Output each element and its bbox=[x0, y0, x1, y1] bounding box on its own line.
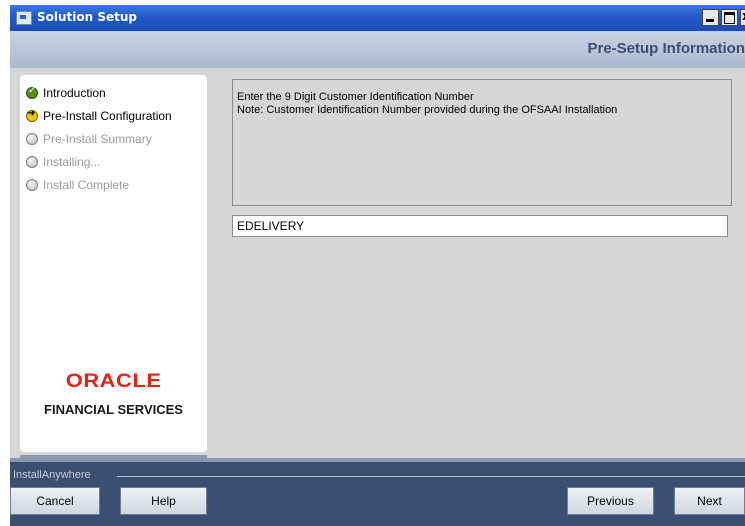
installer-window: Solution Setup Pre-Setup Information Int… bbox=[10, 5, 745, 526]
step-label: Pre-Install Summary bbox=[43, 131, 152, 146]
title-bar: Solution Setup bbox=[10, 5, 745, 31]
step-pre-install-configuration: Pre-Install Configuration bbox=[26, 104, 172, 127]
empty-circle-icon bbox=[26, 178, 38, 191]
app-window-icon bbox=[16, 11, 32, 25]
note-text: Note: Customer Identification Number pro… bbox=[237, 104, 618, 116]
header-band: Pre-Setup Information bbox=[10, 31, 745, 68]
empty-circle-icon bbox=[26, 132, 38, 145]
page-title: Pre-Setup Information bbox=[587, 40, 745, 57]
steps-panel: Introduction Pre-Install Configuration P… bbox=[20, 75, 207, 452]
installanywhere-label: InstallAnywhere bbox=[13, 469, 91, 481]
step-label: Installing... bbox=[43, 154, 101, 169]
instruction-text: Enter the 9 Digit Customer Identificatio… bbox=[237, 91, 474, 103]
step-label: Introduction bbox=[43, 85, 106, 100]
cancel-button[interactable]: Cancel bbox=[10, 487, 100, 515]
check-circle-icon bbox=[26, 85, 38, 99]
step-label: Pre-Install Configuration bbox=[43, 108, 172, 123]
step-label: Install Complete bbox=[43, 177, 130, 192]
footer-bar: InstallAnywhere Cancel Help Previous Nex… bbox=[10, 462, 745, 526]
oracle-logo: ORACLE FINANCIAL SERVICES bbox=[20, 371, 207, 417]
minimize-icon[interactable] bbox=[702, 9, 719, 26]
window-title: Solution Setup bbox=[37, 10, 138, 24]
step-installing: Installing... bbox=[26, 150, 172, 173]
help-button[interactable]: Help bbox=[120, 487, 207, 515]
oracle-wordmark: ORACLE bbox=[65, 371, 162, 392]
customer-id-input[interactable]: EDELIVERY bbox=[232, 215, 728, 237]
step-install-complete: Install Complete bbox=[26, 173, 172, 196]
step-introduction: Introduction bbox=[26, 81, 172, 104]
arrow-circle-icon bbox=[26, 108, 38, 122]
main-content: Enter the 9 Digit Customer Identificatio… bbox=[220, 68, 745, 458]
maximize-icon[interactable] bbox=[721, 9, 738, 26]
step-pre-install-summary: Pre-Install Summary bbox=[26, 127, 172, 150]
previous-button[interactable]: Previous bbox=[567, 487, 654, 515]
footer-rule bbox=[117, 476, 745, 477]
instruction-panel: Enter the 9 Digit Customer Identificatio… bbox=[232, 79, 732, 206]
close-icon[interactable] bbox=[740, 9, 745, 26]
next-button[interactable]: Next bbox=[674, 487, 745, 515]
financial-services-label: FINANCIAL SERVICES bbox=[44, 402, 183, 417]
empty-circle-icon bbox=[26, 155, 38, 168]
steps-list: Introduction Pre-Install Configuration P… bbox=[26, 81, 172, 196]
